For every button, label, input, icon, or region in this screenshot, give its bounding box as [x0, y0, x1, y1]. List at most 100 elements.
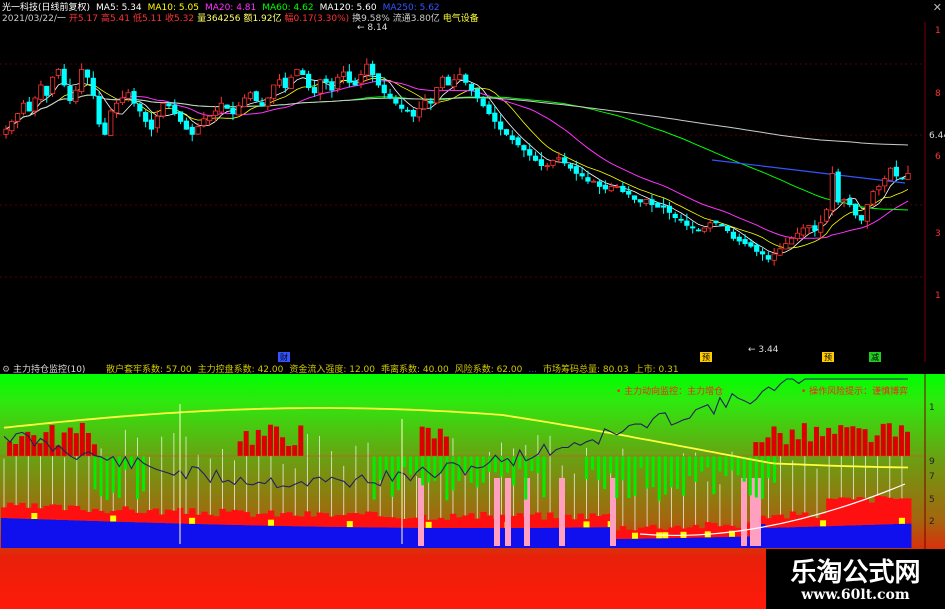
- candlestick-chart[interactable]: ← 8.14 ← 3.44 6.44 1 8 6 3 1 财 预 预 减: [0, 22, 945, 362]
- candle-body-146: [853, 203, 859, 216]
- red-bar-25: [152, 508, 160, 523]
- red-top-bar-142: [862, 429, 868, 456]
- red-bar-64: [389, 517, 396, 528]
- blue-bar-142: [862, 524, 869, 548]
- green-bar-98: [597, 456, 601, 481]
- candle-131: [765, 251, 771, 263]
- blue-bar-114: [692, 537, 700, 548]
- candle-25: [148, 112, 155, 137]
- candle-body-71: [416, 108, 422, 118]
- blue-bar-22: [134, 522, 141, 548]
- yellow-bar-5: [31, 512, 38, 519]
- close-icon[interactable]: ✕: [933, 1, 942, 14]
- green-bar-102: [621, 456, 625, 481]
- candle-body-110: [643, 198, 649, 204]
- candle-68: [399, 97, 405, 113]
- red-bar-47: [286, 512, 293, 527]
- blue-bar-131: [795, 526, 803, 548]
- candle-126: [736, 233, 742, 246]
- candle-7: [44, 85, 50, 103]
- yellow-bar-18: [110, 515, 117, 522]
- blue-bar-18: [110, 521, 117, 548]
- ind-axis-label-4: 2: [929, 517, 935, 527]
- blue-bar-25: [152, 522, 160, 548]
- blue-bar-116: [704, 537, 712, 548]
- candle-body-130: [759, 251, 766, 255]
- candle-body-34: [201, 118, 207, 126]
- blue-bar-2: [13, 518, 20, 548]
- candle-body-26: [154, 115, 160, 129]
- blue-bar-140: [850, 525, 857, 548]
- candle-98: [573, 160, 579, 181]
- candle-102: [596, 179, 603, 195]
- blue-bar-138: [838, 525, 845, 548]
- blue-bar-45: [274, 525, 281, 548]
- candle-body-115: [672, 213, 678, 219]
- red-top-bar-138: [838, 425, 844, 456]
- candle-body-66: [387, 93, 393, 99]
- candle-118: [690, 221, 696, 234]
- red-top-bar-143: [868, 442, 874, 456]
- red-top-bar-136: [826, 427, 832, 456]
- candle-body-64: [375, 73, 382, 86]
- candle-body-103: [602, 184, 608, 190]
- candle-39: [230, 101, 236, 121]
- blue-bar-139: [844, 525, 851, 548]
- red-bar-19: [116, 510, 123, 522]
- candle-body-88: [515, 137, 521, 146]
- green-bar-109: [663, 456, 667, 495]
- candle-body-28: [166, 103, 172, 107]
- ind-axis-label-3: 5: [929, 495, 935, 505]
- candle-4: [26, 96, 32, 112]
- candle-23: [137, 102, 143, 117]
- red-bar-4: [25, 507, 32, 519]
- candle-body-54: [317, 79, 323, 94]
- blue-bar-148: [898, 523, 906, 548]
- candle-93: [544, 162, 550, 171]
- blue-bar-89: [540, 527, 548, 548]
- red-top-bar-127: [771, 426, 777, 456]
- candle-69: [404, 107, 411, 113]
- candle-6: [38, 80, 44, 104]
- red-top-bar-140: [850, 426, 856, 456]
- candle-body-144: [841, 198, 847, 202]
- candle-body-112: [655, 202, 661, 208]
- candle-body-96: [562, 157, 568, 164]
- green-bar-16: [99, 456, 103, 497]
- candle-0: [3, 125, 9, 139]
- red-top-bar-146: [886, 423, 892, 456]
- right-axis-value: 6.44: [929, 131, 945, 141]
- ind-axis-label-2: 7: [929, 472, 935, 482]
- red-top-bar-71: [431, 438, 437, 456]
- blue-bar-67: [407, 527, 414, 548]
- blue-bar-88: [534, 527, 542, 548]
- candle-body-76: [445, 76, 451, 86]
- candle-body-75: [439, 76, 446, 89]
- blue-bar-135: [820, 526, 827, 548]
- red-bar-137: [832, 498, 839, 526]
- candle-38: [224, 104, 230, 109]
- candle-92: [538, 152, 544, 171]
- blue-bar-31: [189, 523, 196, 548]
- blue-bar-149: [905, 523, 912, 548]
- candle-body-82: [480, 98, 486, 107]
- candle-30: [177, 111, 184, 125]
- candle-body-43: [253, 91, 259, 102]
- candle-107: [626, 186, 632, 199]
- candle-151: [882, 175, 888, 193]
- candle-body-18: [108, 110, 114, 136]
- blue-bar-97: [589, 527, 596, 548]
- candle-body-1: [9, 121, 15, 132]
- event-marker-label-3: 减: [871, 352, 879, 362]
- candle-body-50: [294, 69, 300, 77]
- red-bar-30: [183, 513, 190, 524]
- green-bar-97: [591, 456, 595, 470]
- red-bar-149: [905, 498, 912, 524]
- candle-52: [306, 70, 312, 91]
- candle-31: [183, 117, 189, 130]
- ind-axis-label-1: 9: [929, 457, 935, 467]
- candle-115: [672, 211, 678, 223]
- watermark: 乐淘公式网 www.60lt.com: [766, 549, 945, 609]
- red-bar-111: [674, 525, 681, 538]
- blue-bar-28: [170, 523, 178, 548]
